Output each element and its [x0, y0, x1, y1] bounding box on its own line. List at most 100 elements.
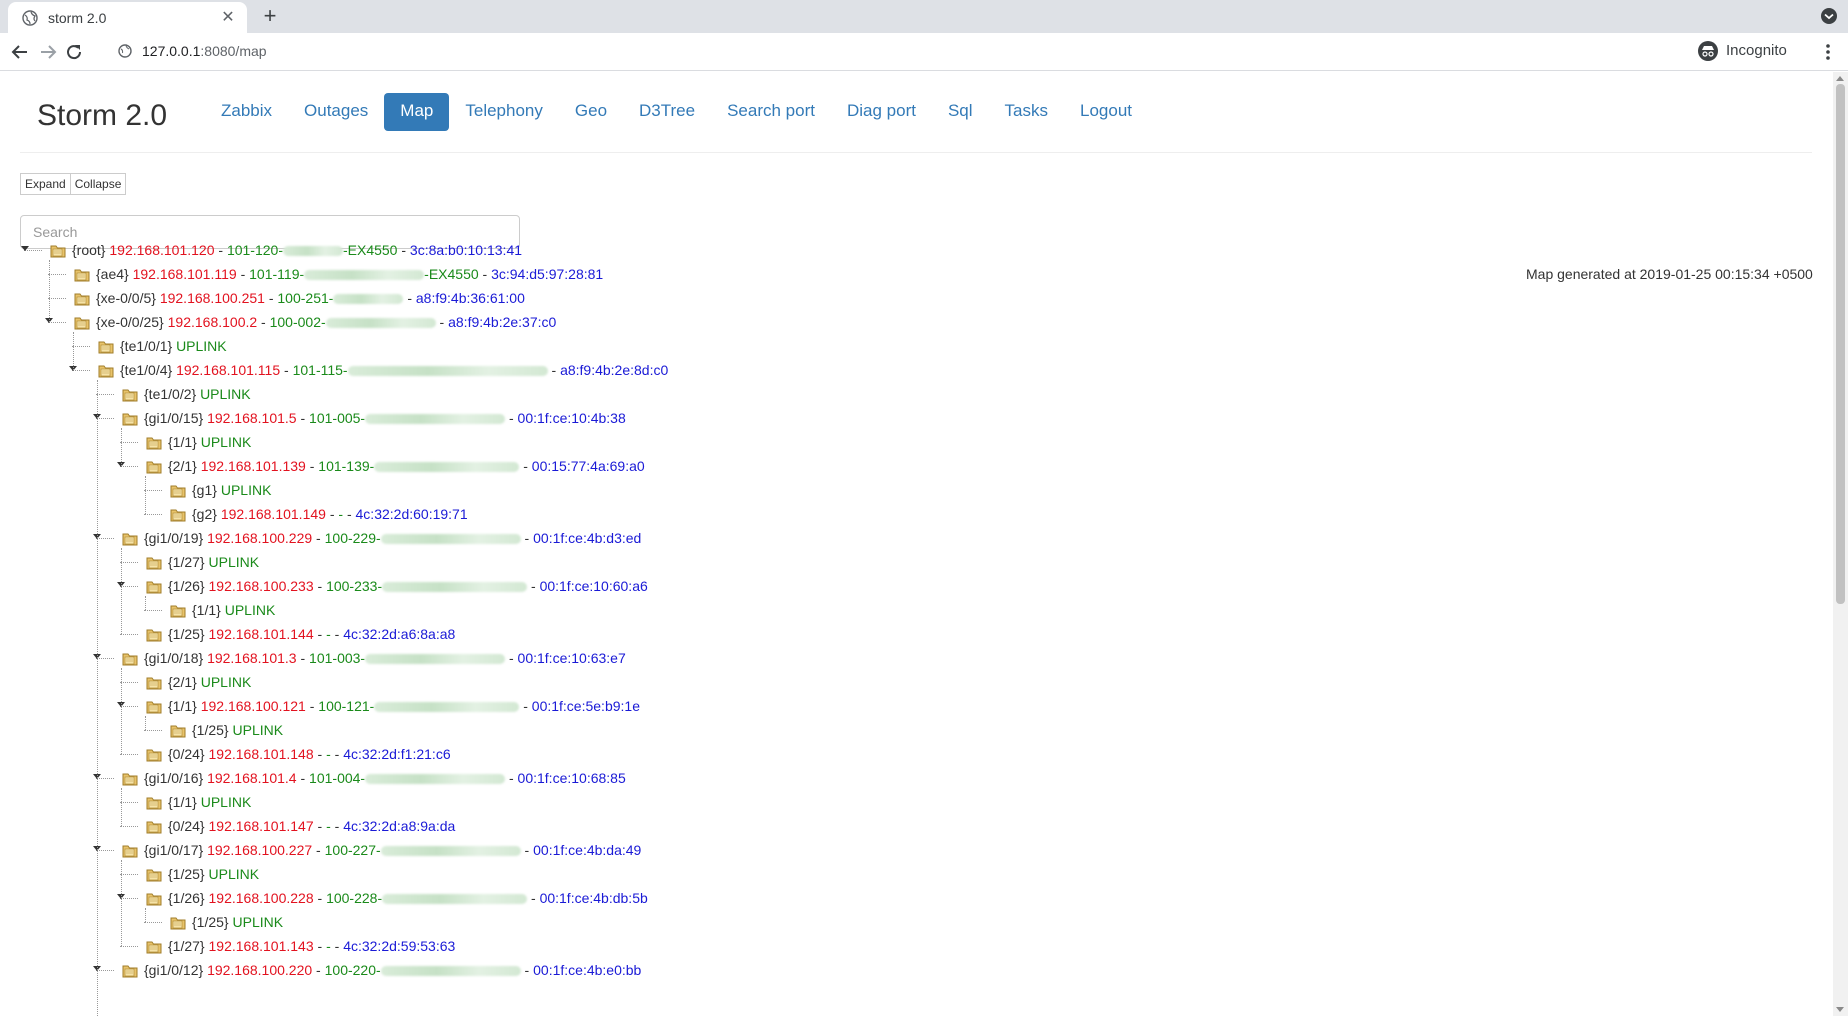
tree-node-label[interactable]: {xe-0/0/25} 192.168.100.2 - 100-002- - a… — [96, 312, 556, 332]
device-name: - — [326, 746, 331, 762]
tree-node-label[interactable]: {1/1} 192.168.100.121 - 100-121- - 00:1f… — [168, 696, 640, 716]
tree-node-label[interactable]: {root} 192.168.101.120 - 101-120- -EX4550… — [72, 240, 522, 260]
nav-map[interactable]: Map — [384, 93, 450, 131]
tree-node-label[interactable]: {g1} UPLINK — [192, 480, 271, 500]
device-name: 101-120- — [226, 242, 283, 258]
scrollbar-thumb[interactable] — [1836, 84, 1845, 604]
folder-icon — [146, 459, 162, 474]
back-arrow-icon[interactable] — [8, 40, 32, 64]
tree-node-label[interactable]: {te1/0/1} UPLINK — [120, 336, 227, 356]
port-name: {0/24} — [168, 818, 205, 834]
tree-connector — [144, 610, 162, 611]
tree-connector — [120, 754, 138, 755]
reload-icon[interactable] — [62, 40, 86, 64]
nav-diag-port[interactable]: Diag port — [831, 93, 932, 131]
tree-connector — [120, 874, 138, 875]
tree-connector — [144, 490, 162, 491]
tree-node-label[interactable]: {ae4} 192.168.101.119 - 101-119- -EX4550 … — [96, 264, 603, 284]
uplink-label: UPLINK — [200, 386, 251, 402]
tree-guide-line — [145, 476, 146, 514]
close-icon[interactable]: ✕ — [219, 9, 237, 27]
ip-address: 192.168.100.220 — [207, 962, 313, 978]
uplink-label: UPLINK — [232, 914, 284, 930]
port-name: {1/25} — [168, 866, 205, 882]
nav-search-port[interactable]: Search port — [711, 93, 831, 131]
brand-title[interactable]: Storm 2.0 — [37, 99, 167, 133]
tree-node-label[interactable]: {1/27} 192.168.101.143 - - - 4c:32:2d:59… — [168, 936, 455, 956]
folder-icon — [146, 747, 162, 762]
folder-icon — [98, 339, 114, 354]
port-name: {ae4} — [96, 266, 129, 282]
tree-node-label[interactable]: {1/27} UPLINK — [168, 552, 259, 572]
tab-search-icon[interactable] — [1820, 7, 1838, 25]
collapse-toggle-icon[interactable] — [21, 246, 29, 251]
browser-tab[interactable]: storm 2.0 ✕ — [8, 2, 247, 33]
tree-node-label[interactable]: {1/26} 192.168.100.228 - 100-228- - 00:1… — [168, 888, 648, 908]
redacted-name — [380, 534, 521, 545]
tree-node-label[interactable]: {1/1} UPLINK — [192, 600, 275, 620]
redacted-name — [382, 894, 528, 905]
tree-node-label[interactable]: {2/1} 192.168.101.139 - 101-139- - 00:15… — [168, 456, 645, 476]
folder-icon — [170, 507, 186, 522]
tree-node-label[interactable]: {1/25} UPLINK — [192, 720, 283, 740]
tree-node-label[interactable]: {1/1} UPLINK — [168, 432, 251, 452]
tree-node-label[interactable]: {1/25} 192.168.101.144 - - - 4c:32:2d:a6… — [168, 624, 455, 644]
mac-address: 00:1f:ce:10:63:e7 — [517, 650, 626, 666]
tree-node-label[interactable]: {1/25} UPLINK — [168, 864, 259, 884]
tree-node-label[interactable]: {1/25} UPLINK — [192, 912, 283, 932]
forward-arrow-icon[interactable] — [36, 40, 60, 64]
tree-node-label[interactable]: {te1/0/4} 192.168.101.115 - 101-115- - a… — [120, 360, 668, 380]
address-bar[interactable]: 127.0.0.1:8080/map — [110, 36, 1685, 67]
port-name: {1/1} — [168, 434, 197, 450]
tree-node-label[interactable]: {gi1/0/15} 192.168.101.5 - 101-005- - 00… — [144, 408, 626, 428]
scroll-up-arrow-icon[interactable] — [1836, 76, 1844, 81]
ip-address: 192.168.101.119 — [132, 266, 237, 282]
port-name: {gi1/0/16} — [144, 770, 204, 786]
uplink-label: UPLINK — [232, 722, 284, 738]
tree-node-label[interactable]: {gi1/0/12} 192.168.100.220 - 100-220- - … — [144, 960, 641, 980]
tree-node-label[interactable]: {gi1/0/19} 192.168.100.229 - 100-229- - … — [144, 528, 641, 548]
folder-icon — [98, 363, 114, 378]
nav-geo[interactable]: Geo — [559, 93, 623, 131]
scroll-down-arrow-icon[interactable] — [1836, 1007, 1844, 1012]
nav-logout[interactable]: Logout — [1064, 93, 1148, 131]
nav-zabbix[interactable]: Zabbix — [205, 93, 288, 131]
collapse-button[interactable]: Collapse — [70, 173, 127, 195]
folder-icon — [74, 315, 90, 330]
site-info-icon[interactable] — [118, 44, 132, 58]
device-name: 100-220- — [324, 962, 381, 978]
tree-connector — [144, 730, 162, 731]
tree-connector — [120, 826, 138, 827]
tree-node-label[interactable]: {gi1/0/17} 192.168.100.227 - 100-227- - … — [144, 840, 641, 860]
tree-node-label[interactable]: {gi1/0/18} 192.168.101.3 - 101-003- - 00… — [144, 648, 626, 668]
folder-icon — [170, 915, 186, 930]
url-path: :8080/map — [200, 43, 267, 59]
device-name: 101-119- — [249, 266, 305, 282]
tree-node-label[interactable]: {1/26} 192.168.100.233 - 100-233- - 00:1… — [168, 576, 648, 596]
tree-node-label[interactable]: {xe-0/0/5} 192.168.100.251 - 100-251- - … — [96, 288, 525, 308]
tree-node-label[interactable]: {gi1/0/16} 192.168.101.4 - 101-004- - 00… — [144, 768, 626, 788]
uplink-label: UPLINK — [200, 794, 252, 810]
nav-sql[interactable]: Sql — [932, 93, 989, 131]
expand-button[interactable]: Expand — [20, 173, 71, 195]
port-name: {root} — [72, 242, 106, 258]
tree-node-label[interactable]: {1/1} UPLINK — [168, 792, 251, 812]
tree-node-label[interactable]: {0/24} 192.168.101.147 - - - 4c:32:2d:a8… — [168, 816, 455, 836]
tree-guide-line — [145, 596, 146, 610]
tree-node-label[interactable]: {2/1} UPLINK — [168, 672, 251, 692]
tree-connector — [48, 298, 66, 299]
tree-node-label[interactable]: {g2} 192.168.101.149 - - - 4c:32:2d:60:1… — [192, 504, 468, 524]
incognito-badge[interactable]: Incognito — [1692, 36, 1806, 66]
nav-outages[interactable]: Outages — [288, 93, 384, 131]
nav-telephony[interactable]: Telephony — [449, 93, 559, 131]
tree-node-label[interactable]: {0/24} 192.168.101.148 - - - 4c:32:2d:f1… — [168, 744, 451, 764]
mac-address: 3c:94:d5:97:28:81 — [491, 266, 604, 282]
tree-node-label[interactable]: {te1/0/2} UPLINK — [144, 384, 251, 404]
nav-tasks[interactable]: Tasks — [989, 93, 1064, 131]
new-tab-button[interactable]: + — [258, 5, 282, 29]
uplink-label: UPLINK — [220, 482, 272, 498]
more-menu-icon[interactable] — [1818, 40, 1838, 64]
nav-d3tree[interactable]: D3Tree — [623, 93, 711, 131]
page-scrollbar[interactable] — [1833, 72, 1848, 1016]
tree-guide-line — [121, 428, 122, 466]
